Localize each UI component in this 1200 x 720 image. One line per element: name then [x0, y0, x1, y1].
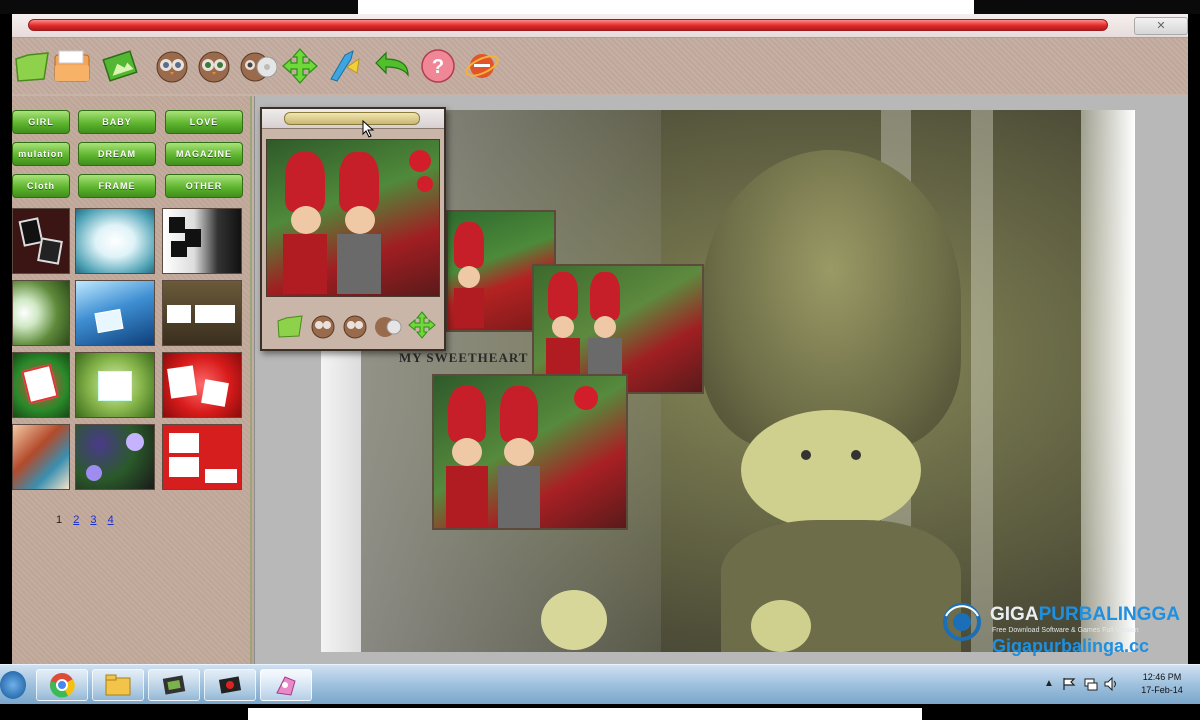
- taskbar-app[interactable]: [204, 669, 256, 701]
- letterbox: [0, 0, 358, 14]
- button-decoration: [751, 600, 811, 652]
- letterbox: [248, 708, 922, 720]
- category-button-baby[interactable]: BABY: [78, 110, 156, 134]
- category-button-frame[interactable]: FRAME: [78, 174, 156, 198]
- template-thumbnail[interactable]: [12, 352, 70, 418]
- preview-title-bar[interactable]: [262, 109, 444, 129]
- template-thumbnail[interactable]: [75, 280, 155, 346]
- watermark-logo-icon: [943, 603, 981, 641]
- category-button-cloth[interactable]: Cloth: [12, 174, 70, 198]
- title-bar-stripe: [28, 19, 1108, 31]
- letterbox: [358, 0, 974, 14]
- preview-drag-handle[interactable]: [284, 112, 420, 125]
- clock-time: 12:46 PM: [1142, 672, 1182, 682]
- template-thumbnail[interactable]: [162, 208, 242, 274]
- canvas-caption: MY SWEETHEART: [399, 350, 529, 365]
- template-thumbnail[interactable]: [12, 208, 70, 274]
- page-link[interactable]: 2: [73, 514, 79, 526]
- template-thumbnail[interactable]: [12, 424, 70, 490]
- clock-date: 17-Feb-14: [1141, 685, 1183, 695]
- page-current: 1: [56, 514, 63, 526]
- template-thumbnail[interactable]: [75, 424, 155, 490]
- overlay-streak: [1081, 110, 1135, 652]
- owl-icon[interactable]: [310, 313, 336, 344]
- watermark-brand-b: PURBALINGGA: [1038, 604, 1181, 625]
- category-button-magazine[interactable]: MAGAZINE: [165, 142, 243, 166]
- template-thumbnail[interactable]: [162, 424, 242, 490]
- watermark-brand-a: GIGA: [990, 604, 1039, 625]
- speaker-icon[interactable]: [1104, 677, 1120, 691]
- letterbox: [974, 0, 1200, 14]
- folder-icon[interactable]: [52, 46, 92, 86]
- preview-toolbar: [262, 305, 444, 349]
- taskbar-chrome[interactable]: [36, 669, 88, 701]
- owl-icon[interactable]: [152, 46, 192, 86]
- category-button-girl[interactable]: GIRL: [12, 110, 70, 134]
- taskbar-explorer[interactable]: [92, 669, 144, 701]
- watermark: GIGAPURBALINGGA Free Download Software &…: [942, 602, 1192, 660]
- title-bar[interactable]: ✕: [12, 14, 1188, 38]
- owl-icon[interactable]: [194, 46, 234, 86]
- move-arrows-icon[interactable]: [408, 311, 436, 344]
- taskbar: ▲ 12:46 PM 17-Feb-14: [0, 664, 1200, 704]
- tray-expand-icon[interactable]: ▲: [1044, 678, 1054, 689]
- pagination: 1 2 3 4: [56, 514, 122, 526]
- flag-icon[interactable]: [1062, 677, 1076, 691]
- template-thumbnail[interactable]: [162, 280, 242, 346]
- internet-explorer-icon[interactable]: [462, 46, 502, 86]
- folder-open-icon[interactable]: [12, 46, 52, 86]
- background-doll-hat: [701, 150, 961, 450]
- taskbar-app[interactable]: [148, 669, 200, 701]
- brush-icon[interactable]: [324, 46, 364, 86]
- app-icon: [162, 675, 186, 695]
- photo-app-icon: [276, 676, 296, 696]
- template-thumbnail[interactable]: [75, 208, 155, 274]
- svg-text:?: ?: [432, 56, 444, 78]
- overlay-streak: [971, 110, 993, 652]
- category-button-dream[interactable]: DREAM: [78, 142, 156, 166]
- file-explorer-icon: [105, 674, 131, 696]
- system-tray: ▲: [1040, 675, 1140, 695]
- category-button-love[interactable]: LOVE: [165, 110, 243, 134]
- folder-open-icon[interactable]: [276, 313, 304, 344]
- template-sidebar: GIRL BABY LOVE mulation DREAM MAGAZINE C…: [12, 96, 252, 664]
- chrome-icon: [50, 673, 75, 698]
- category-button-simulation[interactable]: mulation: [12, 142, 70, 166]
- owl-cd-icon[interactable]: [374, 313, 402, 344]
- undo-icon[interactable]: [372, 46, 412, 86]
- button-decoration: [541, 590, 607, 650]
- move-arrows-icon[interactable]: [280, 46, 320, 86]
- category-button-other[interactable]: OTHER: [165, 174, 243, 198]
- network-icon[interactable]: [1084, 677, 1098, 691]
- watermark-brand: GIGAPURBALINGGA: [990, 604, 1180, 626]
- owl-icon[interactable]: [342, 313, 368, 344]
- template-thumbnail[interactable]: [75, 352, 155, 418]
- letterbox: [0, 704, 1200, 720]
- screen: ✕ ? GIRL BABY LOVE mulation DREAM MAGAZI…: [0, 0, 1200, 720]
- placed-photo[interactable]: [432, 374, 628, 530]
- background-doll-face: [741, 410, 921, 530]
- toolbar: ?: [12, 38, 1188, 94]
- page-link[interactable]: 4: [108, 514, 114, 526]
- page-link[interactable]: 3: [90, 514, 96, 526]
- taskbar-photo-app-active[interactable]: [260, 669, 312, 701]
- watermark-tagline: Free Download Software & Games Full Vers…: [992, 627, 1139, 634]
- watermark-url: Gigapurbalinga.cc: [992, 636, 1150, 656]
- picture-icon[interactable]: [100, 46, 140, 86]
- help-icon[interactable]: ?: [418, 46, 458, 86]
- preview-photo: [266, 139, 440, 297]
- preview-window[interactable]: [260, 107, 446, 351]
- system-clock[interactable]: 12:46 PM 17-Feb-14: [1136, 671, 1188, 697]
- window-close-button[interactable]: ✕: [1134, 17, 1188, 35]
- mouse-cursor-icon: [362, 120, 375, 138]
- doll-eye: [851, 450, 861, 460]
- doll-eye: [801, 450, 811, 460]
- template-thumbnail[interactable]: [162, 352, 242, 418]
- owl-cd-icon[interactable]: [238, 46, 278, 86]
- template-thumbnail[interactable]: [12, 280, 70, 346]
- start-button[interactable]: [0, 671, 26, 699]
- app-icon: [218, 676, 242, 694]
